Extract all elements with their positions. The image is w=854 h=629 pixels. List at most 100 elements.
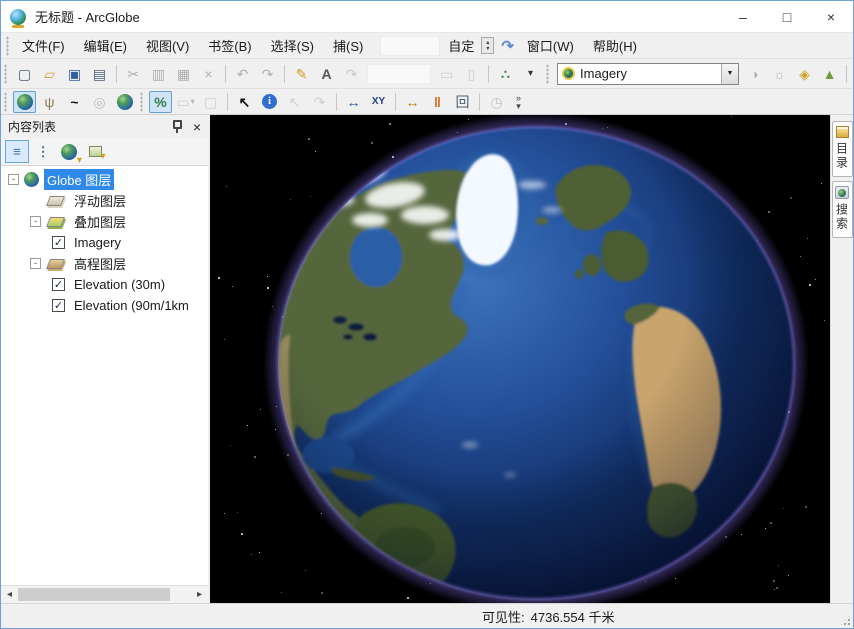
dock-tab-catalog[interactable]: 目录	[832, 121, 853, 177]
animation-clock-icon: ◷	[490, 95, 502, 109]
save-button[interactable]: ▣	[63, 63, 86, 85]
measure-button[interactable]: ↔	[401, 91, 424, 113]
scroll-left-arrow[interactable]: ◂	[1, 586, 18, 603]
navigate-globe-icon	[17, 94, 33, 110]
dock-tab-search[interactable]: 搜索	[832, 181, 853, 238]
curved-arrow-icon[interactable]: ↷	[501, 37, 514, 55]
expander-collapse-icon[interactable]: -	[8, 174, 19, 185]
pin-icon[interactable]	[171, 120, 183, 133]
cut-icon: ✂	[128, 67, 140, 81]
globe-viewport[interactable]	[210, 115, 830, 603]
toolbar-grip[interactable]	[140, 92, 143, 112]
brightness-icon: ☼	[773, 67, 786, 81]
fly-between-icon: ↔	[347, 95, 361, 109]
contents-close-button[interactable]: ×	[191, 119, 203, 135]
pan-button[interactable]: ψ	[38, 91, 61, 113]
menu-bar: 文件(F)编辑(E)视图(V)书签(B)选择(S)捕(S) 自定 ▴ ▾ ↷ 窗口(W)…	[1, 32, 853, 58]
toolbar-grip[interactable]	[4, 92, 7, 112]
scroll-right-arrow[interactable]: ▸	[191, 586, 208, 603]
tree-item-label: Elevation (30m)	[71, 276, 168, 293]
map-frame-icon: ▭	[440, 67, 453, 81]
measure-icon: ↔	[406, 95, 420, 109]
layer-checkbox[interactable]: ✓	[52, 278, 65, 291]
resize-grip[interactable]	[839, 614, 852, 627]
toolbar-grip[interactable]	[546, 64, 549, 84]
animation-clock-button: ◷	[485, 91, 508, 113]
menu-item-help[interactable]: 帮助(H)	[585, 33, 645, 58]
modelbuilder-button[interactable]: ∴	[494, 63, 517, 85]
open-button[interactable]: ▱	[38, 63, 61, 85]
tree-horizontal-scrollbar[interactable]: ◂ ▸	[1, 585, 208, 603]
expander-collapse-icon[interactable]: -	[30, 216, 41, 227]
print-button[interactable]: ▤	[88, 63, 111, 85]
tree-item-label: 浮动图层	[71, 190, 129, 211]
maximize-button[interactable]: □	[765, 1, 809, 32]
go-to-xy-button[interactable]: XY	[367, 91, 390, 113]
list-by-visibility-icon	[61, 144, 77, 160]
list-by-visibility-button[interactable]	[57, 140, 81, 163]
menubar-grip[interactable]	[6, 36, 9, 56]
menu-item-1[interactable]: 文件(F)	[14, 33, 73, 58]
fly-button[interactable]: ~	[63, 91, 86, 113]
menu-item-5[interactable]: 选择(S)	[263, 33, 322, 58]
scrollbar-thumb[interactable]	[18, 588, 170, 601]
close-button[interactable]: ×	[809, 1, 853, 32]
toolbar-overflow-button[interactable]: »▾	[511, 94, 526, 110]
menu-item-window[interactable]: 窗口(W)	[519, 33, 582, 58]
cut-button: ✂	[122, 63, 145, 85]
standard-toolbar: ▢▱▣▤✂▥▦×↶↷✎A↷▭▯∴▾Imagery▼◑☼◈▲◆◆»▾	[1, 58, 853, 88]
spinner-icon[interactable]: ▴ ▾	[481, 37, 494, 54]
dock-tab-label: 搜索	[834, 203, 851, 231]
layout-frame-button: ▯	[460, 63, 483, 85]
layer-checkbox[interactable]: ✓	[52, 236, 65, 249]
zoom-percent-button[interactable]: %	[149, 91, 172, 113]
menu-item-customize[interactable]: 自定	[446, 33, 476, 58]
list-by-selection-button[interactable]	[83, 140, 107, 163]
tree-item-globe-layer[interactable]: -Globe 图层	[1, 169, 208, 190]
identify-button[interactable]: i	[258, 91, 281, 113]
pyramid-button[interactable]: ▲	[818, 63, 841, 85]
swipe-layer-button[interactable]: ◈	[793, 63, 816, 85]
tree-item-elevation-90m[interactable]: ✓ Elevation (90m/1km	[1, 295, 208, 316]
menu-item-4[interactable]: 书签(B)	[200, 33, 259, 58]
go-to-xy-icon: XY	[372, 97, 385, 107]
fly-between-button[interactable]: ↔	[342, 91, 365, 113]
layer-combo[interactable]: Imagery▼	[557, 63, 739, 85]
new-document-button[interactable]: ▢	[13, 63, 36, 85]
toolbar-grip[interactable]	[4, 64, 7, 84]
walk-tool-button[interactable]: ‖	[426, 91, 449, 113]
minimize-button[interactable]: –	[721, 1, 765, 32]
tree-item-imagery[interactable]: ✓Imagery	[1, 232, 208, 253]
tree-item-label: Elevation (90m/1km	[71, 297, 192, 314]
layer-combo-value: Imagery	[575, 66, 721, 81]
tree-item-elevation-30m[interactable]: ✓ Elevation (30m)	[1, 274, 208, 295]
navigate-globe-button[interactable]	[13, 91, 36, 113]
new-document-icon: ▢	[18, 67, 31, 81]
tree-item-elevation-layers[interactable]: -高程图层	[1, 253, 208, 274]
full-extent-button[interactable]	[113, 91, 136, 113]
sketch-pencil-button[interactable]: ✎	[290, 63, 313, 85]
scrollbar-track[interactable]	[18, 588, 191, 601]
brightness-button: ☼	[768, 63, 791, 85]
list-by-drawing-order-button[interactable]: ≡	[5, 140, 29, 163]
open-icon: ▱	[44, 67, 55, 81]
contents-panel-header: 内容列表 ×	[1, 115, 208, 138]
expander-collapse-icon[interactable]: -	[30, 258, 41, 269]
menu-item-3[interactable]: 视图(V)	[138, 33, 197, 58]
layer-checkbox[interactable]: ✓	[52, 299, 65, 312]
list-by-source-button[interactable]: ⋮	[31, 140, 55, 163]
tree-item-floating-layers[interactable]: 浮动图层	[1, 190, 208, 211]
menu-item-6[interactable]: 捕(S)	[325, 33, 371, 58]
select-features-button[interactable]: ↖	[233, 91, 256, 113]
toolbar-menu-caret-button[interactable]: ▾	[519, 63, 542, 85]
pyramid-icon: ▲	[823, 67, 837, 81]
select-elements-icon: ↖	[289, 95, 301, 109]
label-button[interactable]: A	[315, 63, 338, 85]
menu-item-2[interactable]: 编辑(E)	[76, 33, 135, 58]
viewer-window-button[interactable]: 回	[451, 91, 474, 113]
toolbar-menu-caret-icon: ▾	[528, 69, 533, 79]
toolbar-separator	[488, 65, 489, 83]
layer-combo-dropdown[interactable]: ▼	[721, 64, 738, 84]
tree-item-draped-layers[interactable]: -叠加图层	[1, 211, 208, 232]
swipe-layer-icon: ◈	[799, 67, 810, 81]
